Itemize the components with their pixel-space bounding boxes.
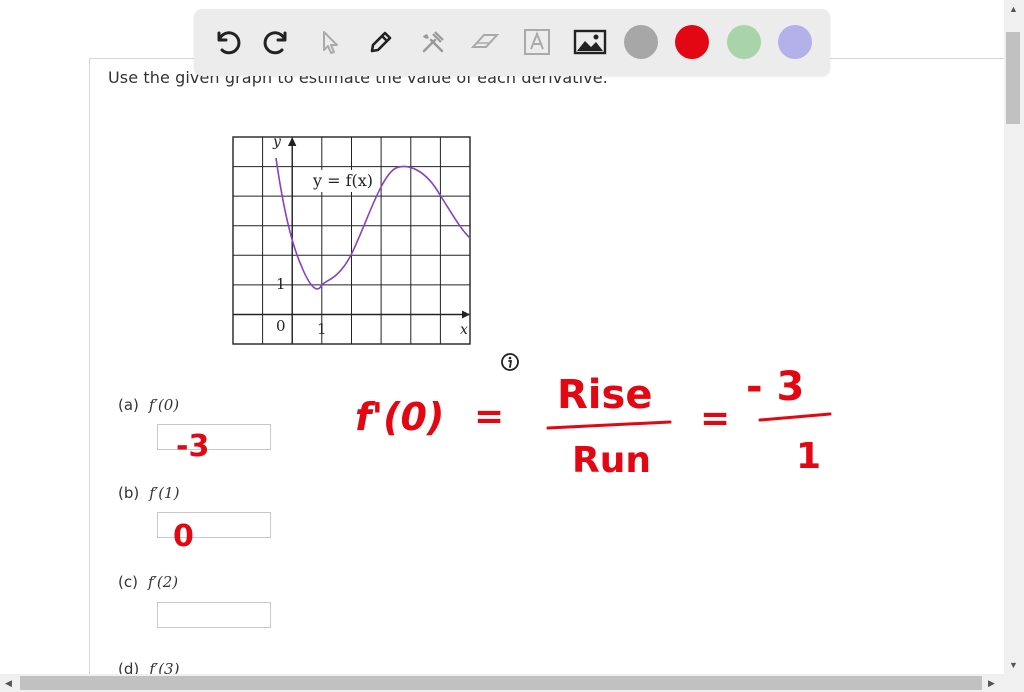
eraser-icon[interactable] xyxy=(466,23,504,61)
info-icon[interactable] xyxy=(500,352,520,372)
pen-icon[interactable] xyxy=(362,23,400,61)
y-axis-label: y xyxy=(272,134,282,150)
x-axis-label: x xyxy=(460,322,468,338)
scroll-up-arrow-icon[interactable]: ▲ xyxy=(1009,4,1018,14)
question-function: f′(0) xyxy=(148,396,180,414)
question-b-label: (b) f′(1) xyxy=(118,484,179,502)
color-swatch-gray[interactable] xyxy=(624,25,658,59)
function-graph: y = f(x) y x 0 1 1 xyxy=(232,134,471,345)
question-function: f′(1) xyxy=(149,484,180,502)
question-c-label: (c) f′(2) xyxy=(118,573,178,591)
text-icon[interactable] xyxy=(518,23,556,61)
vertical-scroll-thumb[interactable] xyxy=(1006,32,1020,124)
redo-icon[interactable] xyxy=(258,23,296,61)
question-function: f′(2) xyxy=(147,573,179,591)
annotation-toolbar xyxy=(194,9,830,76)
question-letter: (b) xyxy=(118,484,140,502)
question-letter: (c) xyxy=(118,573,138,591)
image-icon[interactable] xyxy=(571,23,609,61)
answer-input-c[interactable] xyxy=(157,602,271,628)
scroll-left-arrow-icon[interactable]: ◀ xyxy=(5,678,12,689)
undo-icon[interactable] xyxy=(208,23,246,61)
graph-grid xyxy=(232,136,471,345)
curve-label: y = f(x) xyxy=(312,171,373,190)
origin-label: 0 xyxy=(276,317,286,335)
question-letter: (a) xyxy=(118,396,139,414)
color-swatch-red[interactable] xyxy=(675,25,709,59)
answer-input-a[interactable] xyxy=(157,424,271,450)
x-tick-label: 1 xyxy=(317,320,327,338)
answer-input-b[interactable] xyxy=(157,512,271,538)
x-axis-arrow xyxy=(462,310,470,319)
y-tick-label: 1 xyxy=(276,275,286,293)
horizontal-scroll-thumb[interactable] xyxy=(20,676,982,690)
color-swatch-purple[interactable] xyxy=(778,25,812,59)
color-swatch-green[interactable] xyxy=(727,25,761,59)
select-pointer-icon[interactable] xyxy=(311,23,349,61)
question-a-label: (a) f′(0) xyxy=(118,396,179,414)
tools-icon[interactable] xyxy=(414,23,452,61)
y-axis-arrow xyxy=(288,137,297,146)
scroll-down-arrow-icon[interactable]: ▼ xyxy=(1009,660,1018,670)
scroll-right-arrow-icon[interactable]: ▶ xyxy=(988,678,995,689)
